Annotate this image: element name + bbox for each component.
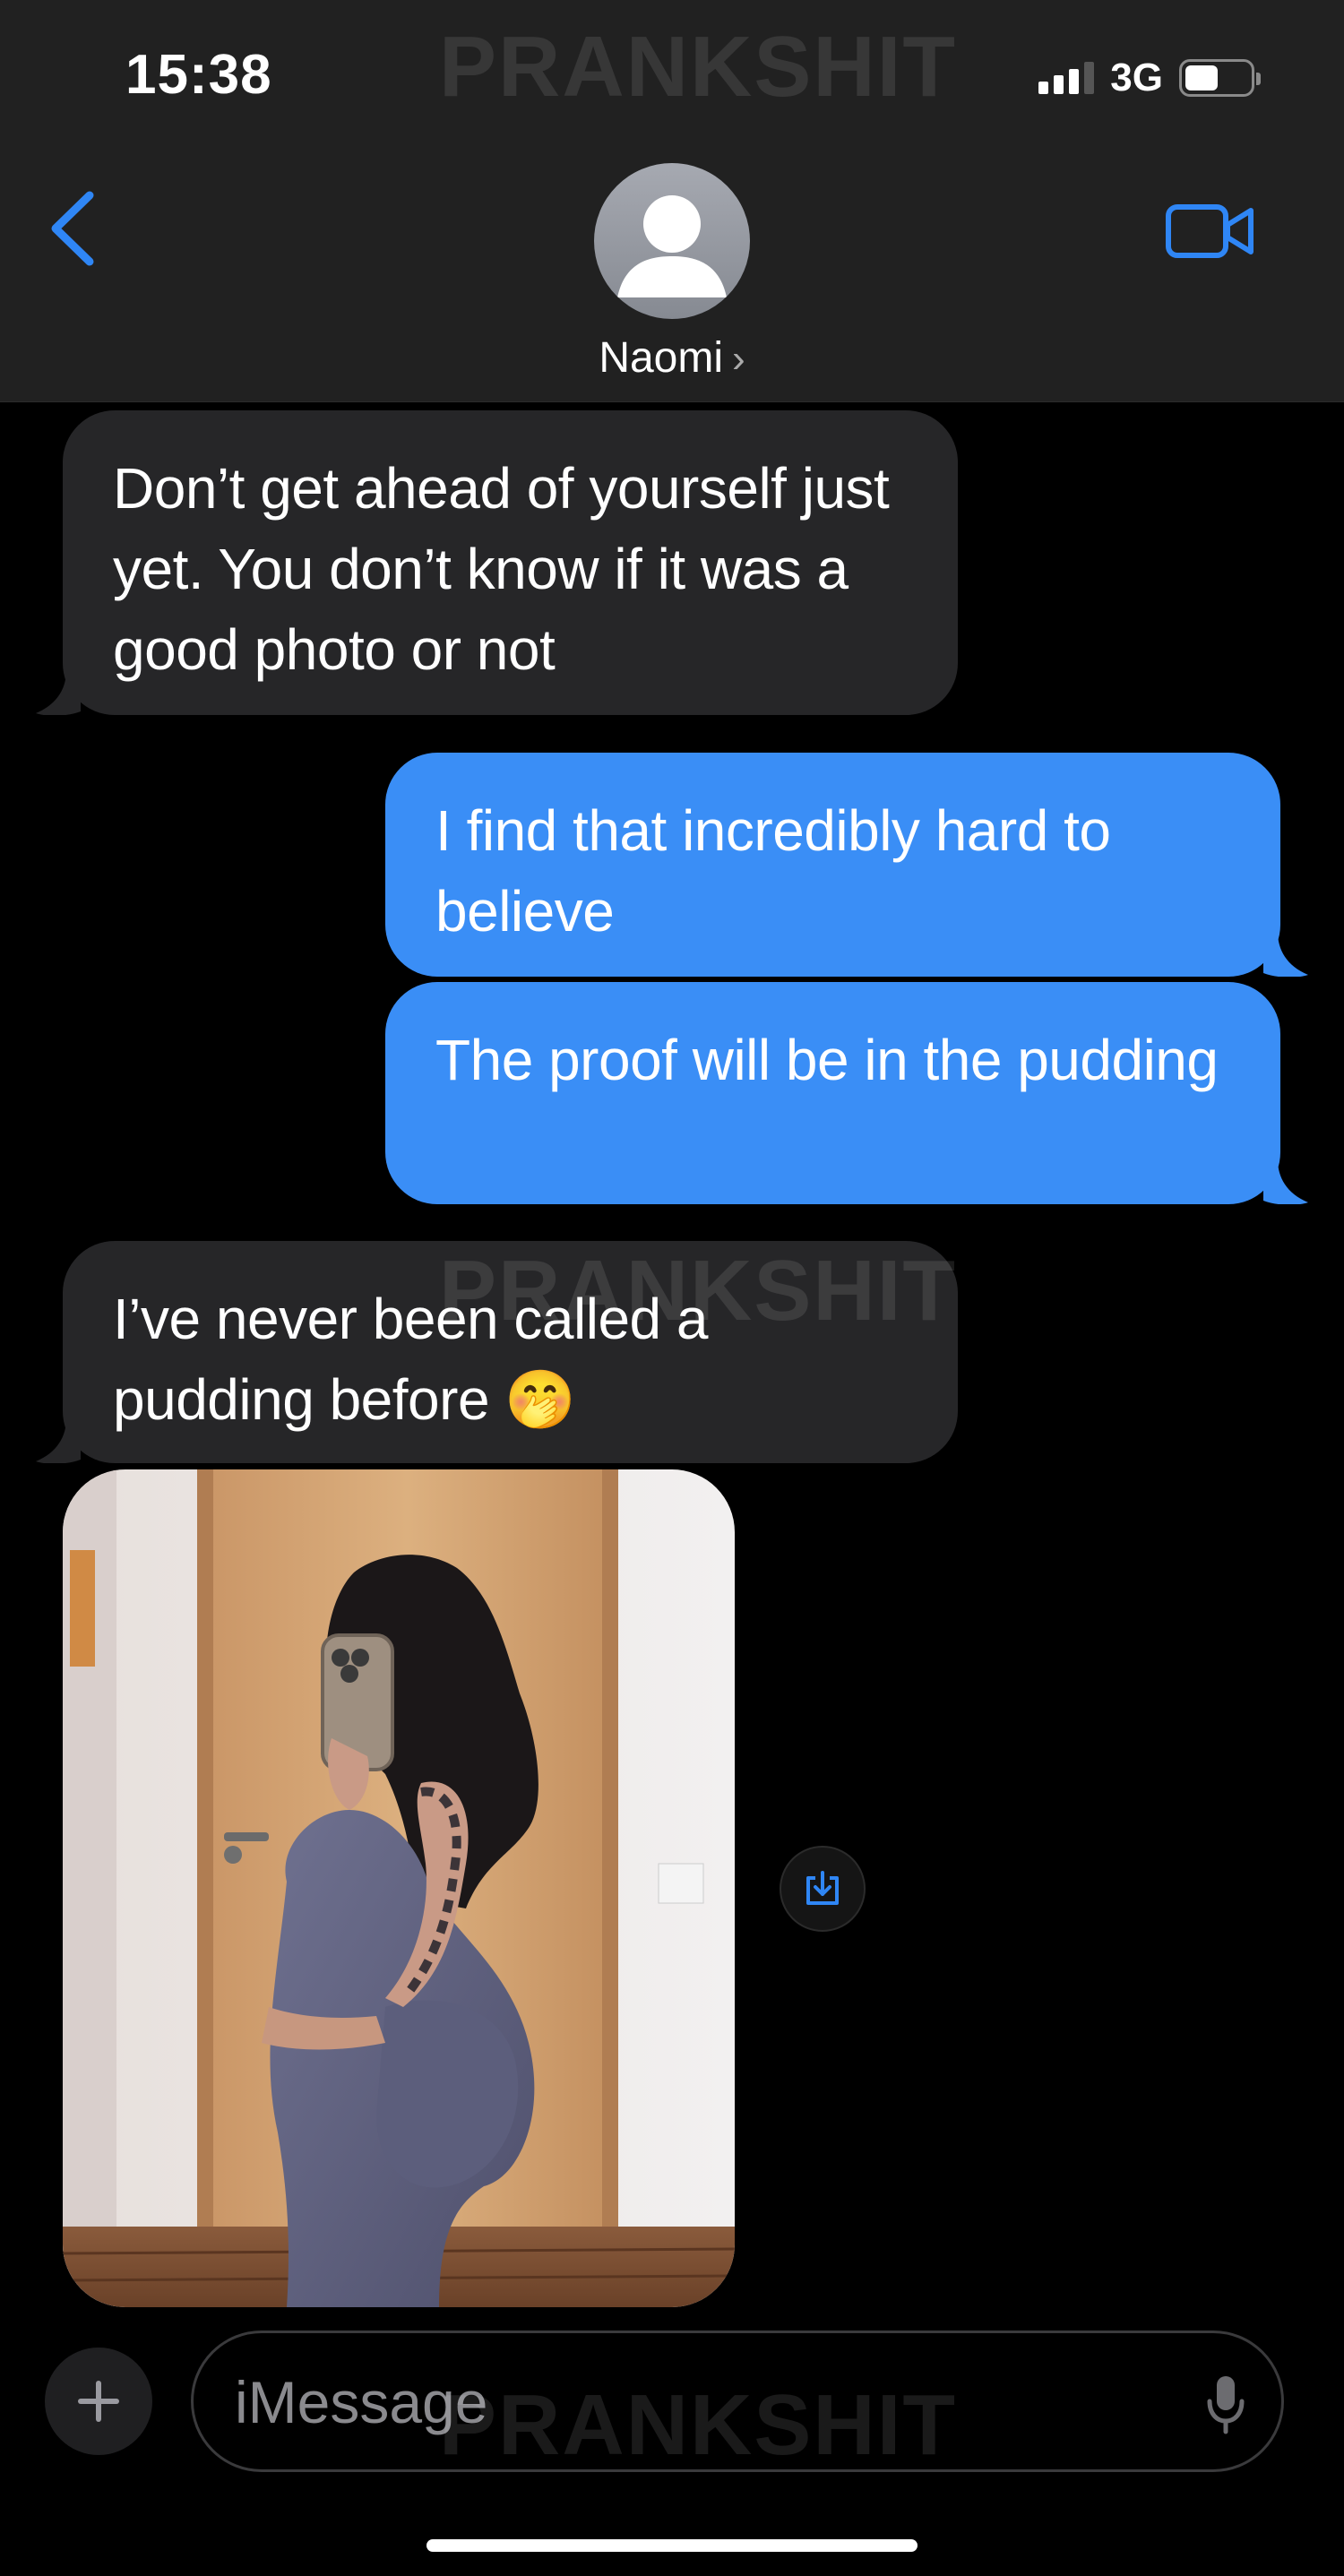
status-indicators: 3G — [1038, 56, 1261, 100]
home-indicator[interactable] — [426, 2539, 918, 2552]
message-bubble-incoming[interactable]: I’ve never been called a pudding before … — [63, 1241, 958, 1463]
contact-name: Naomi — [599, 334, 724, 382]
bubble-tail — [36, 670, 81, 715]
bubble-tail — [36, 1418, 81, 1463]
bubble-tail — [1263, 932, 1308, 977]
save-download-icon — [806, 1871, 839, 1905]
message-bubble-incoming[interactable]: Don’t get ahead of yourself just yet. Yo… — [63, 410, 958, 715]
photo-attachment[interactable] — [63, 1469, 735, 2307]
network-type: 3G — [1110, 56, 1163, 99]
microphone-icon — [1207, 2376, 1245, 2434]
video-camera-icon — [1166, 204, 1254, 258]
message-bubble-outgoing[interactable]: I find that incredibly hard to believe — [385, 753, 1280, 977]
watermark: PRANKSHIT — [439, 19, 958, 115]
contact-avatar[interactable] — [594, 163, 750, 319]
battery-icon — [1179, 59, 1261, 97]
cellular-signal-icon — [1038, 62, 1095, 94]
plus-icon — [78, 2381, 119, 2422]
conversation-header: 15:38 3G PRANKSHIT Naomi › — [0, 0, 1344, 402]
bubble-tail — [1263, 1159, 1308, 1204]
chevron-left-icon — [51, 191, 94, 266]
facetime-video-button[interactable] — [1165, 202, 1256, 261]
back-button[interactable] — [47, 188, 100, 269]
chevron-right-icon: › — [732, 337, 745, 381]
message-input-container — [191, 2330, 1284, 2472]
photo-image — [63, 1469, 735, 2307]
message-bubble-outgoing[interactable]: The proof will be in the pudding — [385, 982, 1280, 1204]
dictation-button[interactable] — [1204, 2373, 1247, 2435]
contact-name-button[interactable]: Naomi › — [0, 333, 1344, 383]
status-time: 15:38 — [125, 44, 272, 106]
save-photo-button[interactable] — [780, 1846, 866, 1932]
person-silhouette-icon — [617, 195, 727, 297]
message-input[interactable] — [233, 2360, 1133, 2444]
add-attachment-button[interactable] — [45, 2348, 152, 2455]
